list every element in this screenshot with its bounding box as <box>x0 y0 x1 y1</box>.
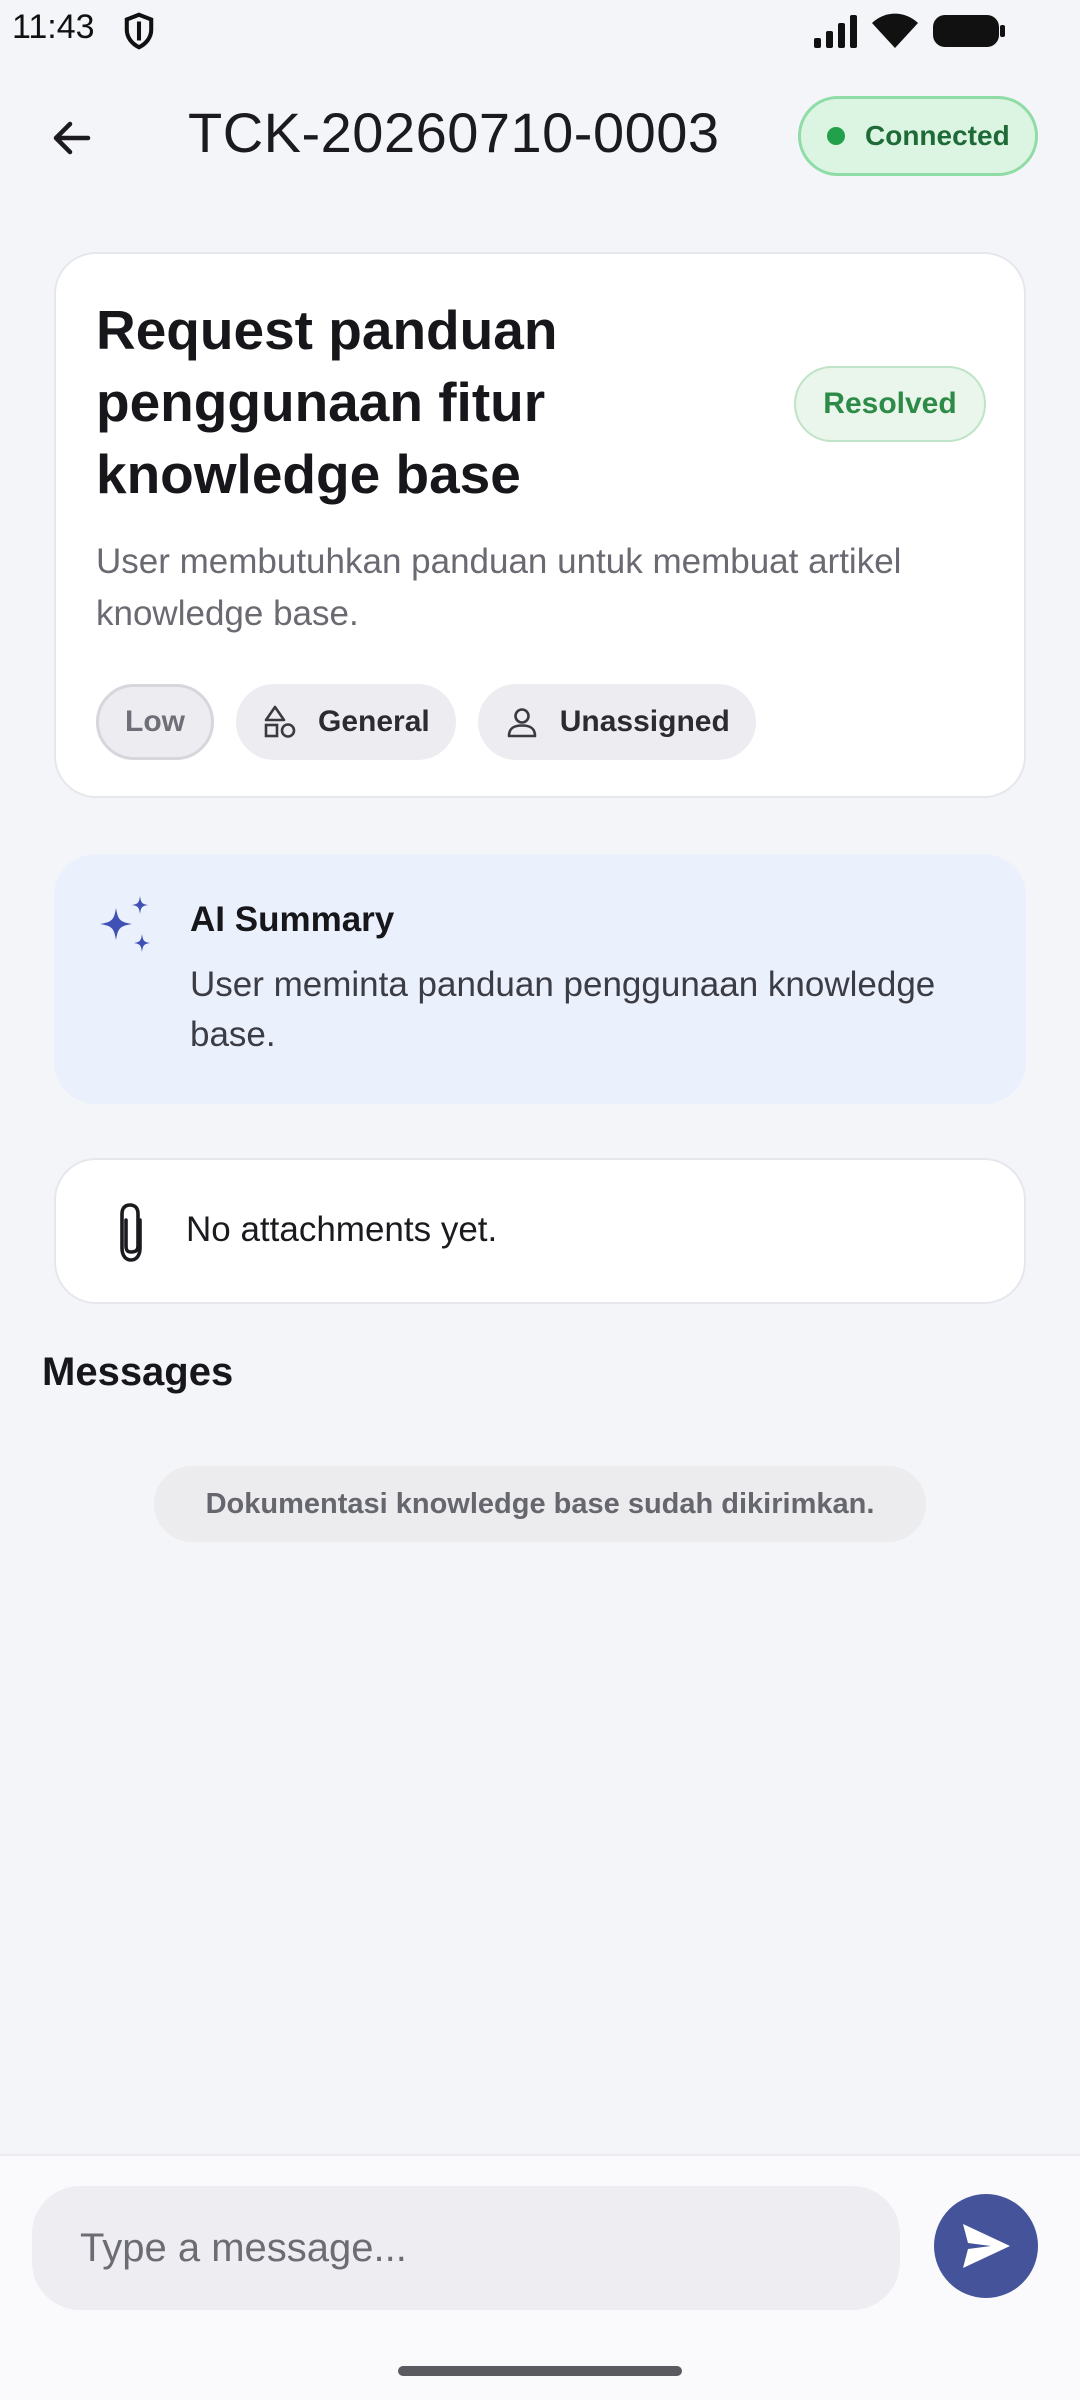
assignee-label: Unassigned <box>559 705 730 738</box>
battery-icon <box>933 15 1005 47</box>
message-input[interactable] <box>32 2186 900 2310</box>
send-icon <box>963 2224 1010 2268</box>
back-button[interactable] <box>36 102 108 174</box>
ai-summary-title: AI Summary <box>190 900 395 939</box>
arrow-left-icon <box>53 121 91 155</box>
ticket-description: User membutuhkan panduan untuk membuat a… <box>96 542 902 633</box>
status-bar: 11:43 <box>0 0 1080 60</box>
signal-icon <box>814 15 857 48</box>
assignee-chip[interactable]: Unassigned <box>477 684 756 760</box>
status-badge: Resolved <box>794 366 986 442</box>
priority-label: Low <box>125 705 185 738</box>
ticket-title: Request panduan penggunaan fitur knowled… <box>96 299 558 505</box>
ticket-card: Request panduan penggunaan fitur knowled… <box>54 252 1026 798</box>
attachments-empty-text: No attachments yet. <box>186 1210 498 1249</box>
message-bubble: Dokumentasi knowledge base sudah dikirim… <box>154 1466 926 1542</box>
home-indicator[interactable] <box>398 2366 682 2376</box>
status-dot <box>827 127 845 145</box>
priority-chip[interactable]: Low <box>96 684 214 760</box>
ai-summary-text: User meminta panduan penggunaan knowledg… <box>190 965 936 1054</box>
status-time: 11:43 <box>12 8 95 46</box>
category-label: General <box>318 705 430 738</box>
shapes-icon <box>264 705 296 738</box>
ai-summary-card: AI Summary User meminta panduan pengguna… <box>54 854 1026 1104</box>
person-icon <box>507 708 537 738</box>
messages-heading: Messages <box>42 1350 234 1394</box>
ticket-tags: Low General Unassigned <box>96 684 778 760</box>
shield-icon <box>124 12 154 50</box>
paperclip-icon <box>120 1203 142 1262</box>
wifi-icon <box>872 13 918 48</box>
connection-status-chip[interactable]: Connected <box>798 96 1038 176</box>
category-chip[interactable]: General <box>236 684 456 760</box>
attachments-card[interactable]: No attachments yet. <box>54 1158 1026 1304</box>
app-bar: TCK-20260710-0003 Connected <box>0 80 1080 190</box>
composer-bar <box>0 2154 1080 2400</box>
ticket-id: TCK-20260710-0003 <box>188 101 720 164</box>
sparkles-icon <box>100 896 150 952</box>
connection-status-label: Connected <box>865 120 1010 151</box>
send-button[interactable] <box>934 2194 1038 2298</box>
